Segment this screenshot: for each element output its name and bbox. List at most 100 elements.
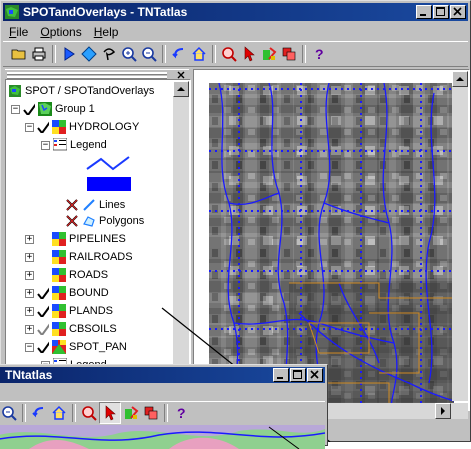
minimize-icon — [277, 377, 283, 379]
layer-label: BOUND — [69, 287, 109, 299]
open-button[interactable] — [9, 44, 29, 64]
lasso-button[interactable] — [99, 44, 119, 64]
tree-layer-pipelines[interactable]: + PIPELINES — [25, 231, 126, 247]
open-folder-icon — [11, 49, 26, 60]
scroll-up-button[interactable] — [452, 71, 468, 87]
zoom-in-icon — [122, 47, 137, 62]
visibility-check-icon[interactable] — [37, 121, 49, 133]
title-bar[interactable]: SPOTandOverlays - TNTatlas — [3, 3, 468, 21]
expand-toggle[interactable]: + — [25, 270, 34, 280]
play-button[interactable] — [59, 44, 79, 64]
home-button[interactable] — [189, 44, 209, 64]
map-vertical-scrollbar[interactable] — [452, 71, 468, 401]
expand-toggle[interactable]: + — [25, 234, 34, 244]
vector-layer-icon — [52, 268, 66, 282]
pointer-button[interactable] — [239, 44, 259, 64]
visibility-checkbox[interactable] — [37, 269, 49, 281]
help-button[interactable]: ? — [171, 403, 191, 423]
pointer-button[interactable] — [99, 402, 121, 424]
tree-layer-hydrology[interactable]: − HYDROLOGY — [25, 119, 139, 135]
menu-help[interactable]: Help — [88, 23, 125, 41]
tree-root[interactable]: SPOT / SPOTandOverlays — [9, 83, 154, 99]
tree-group[interactable]: − Group 1 — [11, 101, 95, 117]
zoom-out-button[interactable] — [139, 44, 159, 64]
play-icon — [64, 47, 75, 61]
layer-label: CBSOILS — [69, 323, 117, 335]
home-icon — [192, 46, 206, 61]
print-button[interactable] — [29, 44, 49, 64]
back-button[interactable] — [169, 44, 189, 64]
visibility-check-icon[interactable] — [37, 305, 49, 317]
paint-button[interactable] — [259, 44, 279, 64]
help-button[interactable]: ? — [309, 44, 329, 64]
line-icon — [83, 199, 95, 211]
scroll-right-button[interactable] — [435, 403, 451, 419]
scroll-up-button[interactable] — [173, 81, 189, 97]
inset-maximize-button[interactable] — [290, 368, 306, 382]
visibility-check-icon[interactable] — [37, 323, 49, 335]
polygons-label: Polygons — [99, 215, 145, 227]
collapse-toggle[interactable]: − — [11, 104, 20, 114]
layers-button[interactable] — [141, 403, 161, 423]
zoom-out-button[interactable] — [0, 403, 19, 423]
legend-icon — [53, 138, 67, 151]
panel-close-icon[interactable] — [177, 71, 185, 79]
minimize-button[interactable] — [416, 5, 432, 19]
lasso-icon — [103, 48, 116, 61]
visibility-check-icon[interactable] — [23, 103, 35, 115]
map-horizontal-scrollbar[interactable] — [321, 403, 468, 419]
diamond-button[interactable] — [79, 44, 99, 64]
visibility-checkbox[interactable] — [37, 233, 49, 245]
arrow-up-icon — [177, 87, 185, 91]
inset-title-bar[interactable]: TNtatlas — [0, 367, 325, 383]
zoom-in-button[interactable] — [119, 44, 139, 64]
expand-toggle[interactable]: + — [25, 288, 34, 298]
inset-map[interactable] — [0, 425, 325, 449]
inset-close-button[interactable] — [307, 368, 323, 382]
layer-label: RAILROADS — [69, 251, 133, 263]
menu-file[interactable]: File — [3, 23, 34, 41]
tree-layer-railroads[interactable]: + RAILROADS — [25, 249, 133, 265]
home-button[interactable] — [49, 403, 69, 423]
minimize-icon — [420, 14, 426, 16]
arrow-right-icon — [441, 407, 445, 415]
toolbar: ? — [3, 41, 468, 67]
tree-layer-plands[interactable]: + PLANDS — [25, 303, 113, 319]
diamond-icon — [81, 46, 97, 62]
layers-button[interactable] — [279, 44, 299, 64]
layers-icon — [144, 406, 158, 420]
tree-polygons[interactable]: Polygons — [65, 213, 144, 229]
visibility-check-icon[interactable] — [37, 287, 49, 299]
tree-layer-spot-pan[interactable]: − SPOT_PAN — [25, 339, 127, 355]
tree-layer-roads[interactable]: + ROADS — [25, 267, 108, 283]
close-button[interactable] — [450, 5, 466, 19]
zoom-box-button[interactable] — [79, 403, 99, 423]
visibility-check-icon[interactable] — [37, 341, 49, 353]
tree-lines[interactable]: Lines — [65, 197, 125, 213]
back-button[interactable] — [29, 403, 49, 423]
layer-label: SPOT_PAN — [69, 341, 127, 353]
svg-text:?: ? — [177, 405, 186, 421]
tree-legend[interactable]: − Legend — [41, 137, 107, 153]
vector-layer-icon — [52, 286, 66, 300]
tree-scrollbar[interactable] — [173, 81, 189, 408]
expand-toggle[interactable]: + — [25, 252, 34, 262]
layer-label: ROADS — [69, 269, 109, 281]
expand-toggle[interactable]: + — [25, 306, 34, 316]
tree-layer-bound[interactable]: + BOUND — [25, 285, 109, 301]
toolbar-separator — [72, 404, 76, 422]
collapse-toggle[interactable]: − — [25, 122, 34, 132]
menu-options[interactable]: Options — [34, 23, 87, 41]
layer-label: HYDROLOGY — [69, 121, 140, 133]
tree-layer-cbsoils[interactable]: + CBSOILS — [25, 321, 117, 337]
zoom-box-button[interactable] — [219, 44, 239, 64]
inset-minimize-button[interactable] — [273, 368, 289, 382]
expand-toggle[interactable]: + — [25, 324, 34, 334]
hidden-x-icon[interactable] — [65, 214, 79, 228]
collapse-toggle[interactable]: − — [41, 140, 50, 150]
paint-button[interactable] — [121, 403, 141, 423]
hidden-x-icon[interactable] — [65, 198, 79, 212]
maximize-button[interactable] — [433, 5, 449, 19]
collapse-toggle[interactable]: − — [25, 342, 34, 352]
visibility-checkbox[interactable] — [37, 251, 49, 263]
